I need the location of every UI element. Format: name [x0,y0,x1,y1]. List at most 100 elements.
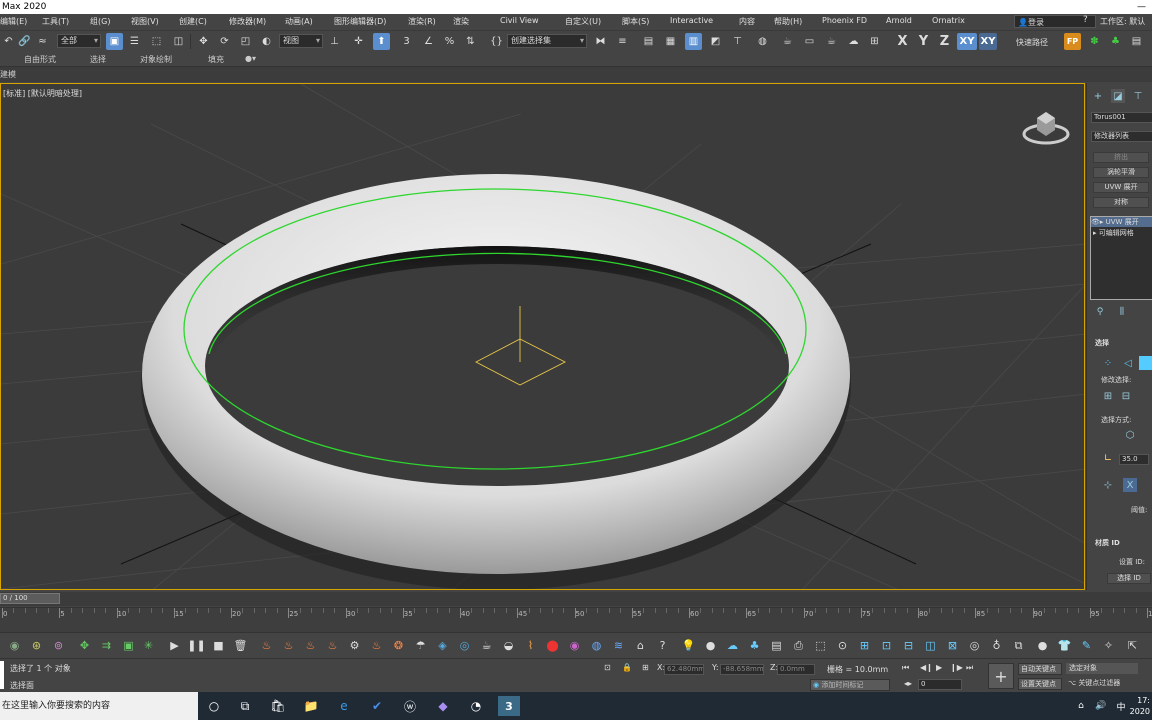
link-icon[interactable]: 🔗 [16,33,33,50]
cortana-icon[interactable]: ○ [203,696,225,716]
selection-rollout-title[interactable]: 选择 [1095,338,1109,348]
place-icon[interactable]: ◐ [258,33,275,50]
pause-icon[interactable]: ❚❚ [187,637,205,654]
volume-icon[interactable]: 🔊 [1090,696,1112,716]
prev-frame-icon[interactable]: ◀❙ [920,663,933,672]
file-explorer-icon[interactable]: 📁 [300,696,322,716]
3dsmax-taskbar-icon[interactable]: 3 [498,696,520,716]
scene-explorer-icon[interactable]: ▤ [640,33,657,50]
export-icon[interactable]: ⇱ [1124,637,1141,654]
add-time-tag-button[interactable]: ◉ 添加时间标记 [810,679,890,691]
create-tab-icon[interactable]: + [1091,89,1105,103]
ribbon-tab-populate[interactable]: 填充 [208,54,224,65]
store-icon[interactable]: 🛍 [267,696,289,716]
eye-preview-icon[interactable]: ◎ [966,637,983,654]
play-animation-icon[interactable]: ▶ [936,663,942,672]
bulb-icon[interactable]: ♁ [988,637,1005,654]
scale-gizmo-icon[interactable]: ▣ [120,637,137,654]
z-coordinate-field[interactable]: 0.0mm [777,664,815,675]
target-icon[interactable]: ⊙ [834,637,851,654]
key-target-dropdown[interactable]: 选定对象 [1066,663,1138,674]
tyflow-icon[interactable]: ⊛ [28,637,45,654]
key-filters-button[interactable]: ⌥ 关键点过滤器 [1066,678,1138,690]
frame-icon[interactable]: ⬚ [812,637,829,654]
ref-coord-dropdown[interactable]: 视图 [279,34,323,48]
menu-rendering[interactable]: 渲染(R) [408,16,436,27]
by-element-icon[interactable]: ⬡ [1123,428,1137,442]
eye-icon[interactable]: 👁▸ [1091,218,1103,226]
grow-selection-icon[interactable]: ⊞ [1101,389,1115,403]
play-icon[interactable]: ▶ [166,637,183,654]
toggle-ribbon-icon[interactable]: ▥ [685,33,702,50]
menu-interactive[interactable]: Interactive [670,16,713,25]
burst-icon[interactable]: ✳ [140,637,157,654]
y-coordinate-field[interactable]: -88.658mm [720,664,764,675]
spinner-snap-icon[interactable]: ⇅ [462,33,479,50]
menu-civil-view[interactable]: Civil View [500,16,539,25]
menu-modifiers[interactable]: 修改器(M) [229,16,266,27]
panel-icon[interactable]: ▤ [1128,33,1145,50]
extrude-button[interactable]: 挤出 [1093,152,1149,163]
rect-selection-icon[interactable]: ⬚ [148,33,165,50]
modifier-list-dropdown[interactable]: 修改器列表 [1091,131,1152,142]
network-icon[interactable]: ⌂ [1070,696,1092,716]
camera-icon[interactable]: ⎙ [790,637,807,654]
undo-icon[interactable]: ↶ [0,33,17,50]
hierarchy-tab-icon[interactable]: ⊤ [1131,89,1145,103]
fire-icon-1[interactable]: ♨ [258,637,275,654]
object-name-field[interactable]: Torus001 [1091,112,1152,123]
uvw-unwrap-button[interactable]: UVW 展开 [1093,182,1149,193]
time-slider-handle[interactable]: 0 / 100 [0,593,60,604]
menu-animation[interactable]: 动画(A) [285,16,313,27]
cup-icon[interactable]: ☕ [478,637,495,654]
menu-ornatrix[interactable]: Ornatrix [932,16,965,25]
fire-icon-3[interactable]: ♨ [302,637,319,654]
light-icon[interactable]: 💡 [680,637,697,654]
axis-z-button[interactable]: Z [936,33,953,50]
app-icon-2[interactable]: ⓦ [399,696,421,716]
menu-tools[interactable]: 工具(T) [42,16,69,27]
edge-browser-icon[interactable]: e [333,696,355,716]
axis-xy-cycle-button[interactable]: XY [979,33,997,50]
perspective-viewport[interactable]: [标准] [默认明暗处理] [0,83,1085,590]
task-view-icon[interactable]: ⧉ [234,696,256,716]
fire-icon-5[interactable]: ♨ [368,637,385,654]
menu-phoenix-fd[interactable]: Phoenix FD [822,16,867,25]
by-vertex-icon[interactable]: X [1123,478,1137,492]
percent-snap-icon[interactable]: % [441,33,458,50]
water-icon-1[interactable]: ☂ [412,637,429,654]
angle-spinner[interactable]: 35.0 [1119,454,1149,465]
auto-key-button[interactable]: 自动关键点 [1018,663,1062,675]
bind-space-warp-icon[interactable]: ≈ [34,33,51,50]
menu-views[interactable]: 视图(V) [131,16,159,27]
scale-icon[interactable]: ◰ [237,33,254,50]
menu-content[interactable]: 内容 [739,16,755,27]
lock-selection-icon[interactable]: 🔒 [622,663,632,672]
list-icon[interactable]: ▤ [768,637,785,654]
app-icon-1[interactable]: ✔ [366,696,388,716]
selection-set-dropdown[interactable]: 创建选择集 [507,34,587,48]
ribbon-tab-object-paint[interactable]: 对象绘制 [140,54,172,65]
brush-icon[interactable]: ✎ [1078,637,1095,654]
time-slider[interactable]: 0 / 100 [0,592,1152,606]
help-question-icon[interactable]: ? [654,637,671,654]
select-manipulate-icon[interactable]: ✛ [350,33,367,50]
layer-explorer-icon[interactable]: ▦ [662,33,679,50]
rotate-icon[interactable]: ⟳ [216,33,233,50]
show-end-result-icon[interactable]: ⫼ [1115,305,1129,319]
water-icon-2[interactable]: ◈ [434,637,451,654]
material-id-rollout-title[interactable]: 材质 ID [1095,538,1120,548]
expand-icon[interactable]: ▸ [1093,229,1097,237]
fire-icon-4[interactable]: ♨ [324,637,341,654]
snap-3d-icon[interactable]: 3 [398,33,415,50]
select-object-icon[interactable]: ▣ [106,33,123,50]
transform-icon[interactable]: ⊟ [900,637,917,654]
quick-path-label[interactable]: 快速路径 [1016,37,1048,48]
schematic-view-icon[interactable]: ⊤ [729,33,746,50]
fire-icon-2[interactable]: ♨ [280,637,297,654]
go-to-end-icon[interactable]: ⏭ [966,663,973,673]
mograph-icon[interactable]: ⊚ [50,637,67,654]
planar-threshold-icon[interactable]: ∟ [1101,451,1115,465]
mirror-icon[interactable]: ⧓ [592,33,609,50]
fx-settings-icon[interactable]: ⚙ [346,637,363,654]
